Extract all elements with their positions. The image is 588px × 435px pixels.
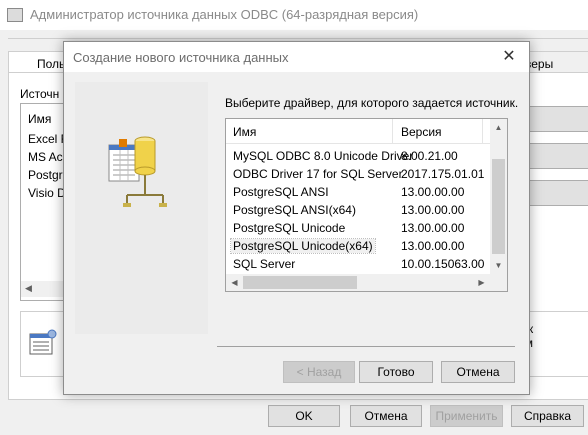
user-sources-label: Источн [20,87,60,101]
cancel-button[interactable]: Отмена [350,405,422,427]
wizard-graphic-panel [75,82,208,334]
driver-version: 13.00.00.00 [401,203,465,217]
data-source-icon [108,136,167,207]
driver-row[interactable]: MySQL ODBC 8.0 Unicode Driver 8.00.21.00 [226,147,490,165]
dialog-title: Создание нового источника данных [73,50,289,65]
scroll-left-icon[interactable]: ◀ [25,283,32,294]
hscroll-thumb[interactable] [243,276,357,289]
close-icon[interactable]: ✕ [497,46,521,68]
driver-list-header: Имя Версия [226,119,490,144]
driver-version: 10.00.15063.00 [401,257,485,271]
back-button[interactable]: < Назад [283,361,355,383]
vscroll-thumb[interactable] [492,159,505,254]
column-divider[interactable] [482,119,483,143]
driver-list[interactable]: Имя Версия MySQL ODBC 8.0 Unicode Driver… [225,118,508,292]
driver-name: MySQL ODBC 8.0 Unicode Driver [233,149,414,163]
driver-version: 2017.175.01.01 [401,167,485,181]
driver-version: 13.00.00.00 [401,185,465,199]
scroll-down-icon[interactable]: ▼ [490,257,507,274]
driver-row[interactable]: SQL Server 10.00.15063.00 [226,255,490,273]
help-button[interactable]: Справка [511,405,584,427]
apply-button[interactable]: Применить [430,405,503,427]
driver-row[interactable]: PostgreSQL ANSI(x64) 13.00.00.00 [226,201,490,219]
scroll-right-icon[interactable]: ▶ [473,274,490,291]
ok-button[interactable]: OK [268,405,340,427]
driver-name: SQL Server [233,257,296,271]
scroll-corner [490,274,507,291]
driver-row[interactable]: PostgreSQL ANSI 13.00.00.00 [226,183,490,201]
driver-row-selected[interactable]: PostgreSQL Unicode(x64) 13.00.00.00 [226,237,490,255]
scroll-left-icon[interactable]: ◀ [226,274,243,291]
driver-name: PostgreSQL Unicode(x64) [230,238,376,254]
column-divider[interactable] [392,119,393,143]
add-button[interactable] [520,106,588,132]
driver-version: 8.00.21.00 [401,149,458,163]
column-version-header[interactable]: Версия [401,125,442,139]
driver-name: PostgreSQL Unicode [233,221,346,235]
driver-row[interactable]: ODBC Driver 17 for SQL Server 2017.175.0… [226,165,490,183]
odbc-app-icon [7,8,23,22]
driver-version: 13.00.00.00 [401,221,465,235]
list-item[interactable]: Excel F [28,132,68,146]
dialog-cancel-button[interactable]: Отмена [441,361,515,383]
configure-button[interactable] [520,180,588,206]
driver-prompt: Выберите драйвер, для которого задается … [225,96,519,110]
column-name-header[interactable]: Имя [233,125,256,139]
driver-row[interactable]: PostgreSQL Unicode 13.00.00.00 [226,219,490,237]
driver-name: PostgreSQL ANSI(x64) [233,203,356,217]
window-title: Администратор источника данных ODBC (64-… [30,7,419,22]
odbc-info-icon [29,329,57,355]
dialog-separator [217,346,515,347]
list-header: Имя [28,112,52,126]
create-data-source-dialog: Создание нового источника данных ✕ Выбер… [63,41,530,395]
tab-user-dsn[interactable]: Польз [8,51,71,74]
done-button[interactable]: Готово [359,361,433,383]
driver-name: ODBC Driver 17 for SQL Server [233,167,403,181]
list-hscrollbar[interactable]: ◀ [21,281,69,297]
remove-button[interactable] [520,143,588,169]
driver-name: PostgreSQL ANSI [233,185,329,199]
scroll-up-icon[interactable]: ▲ [490,119,507,136]
driver-version: 13.00.00.00 [401,239,465,253]
